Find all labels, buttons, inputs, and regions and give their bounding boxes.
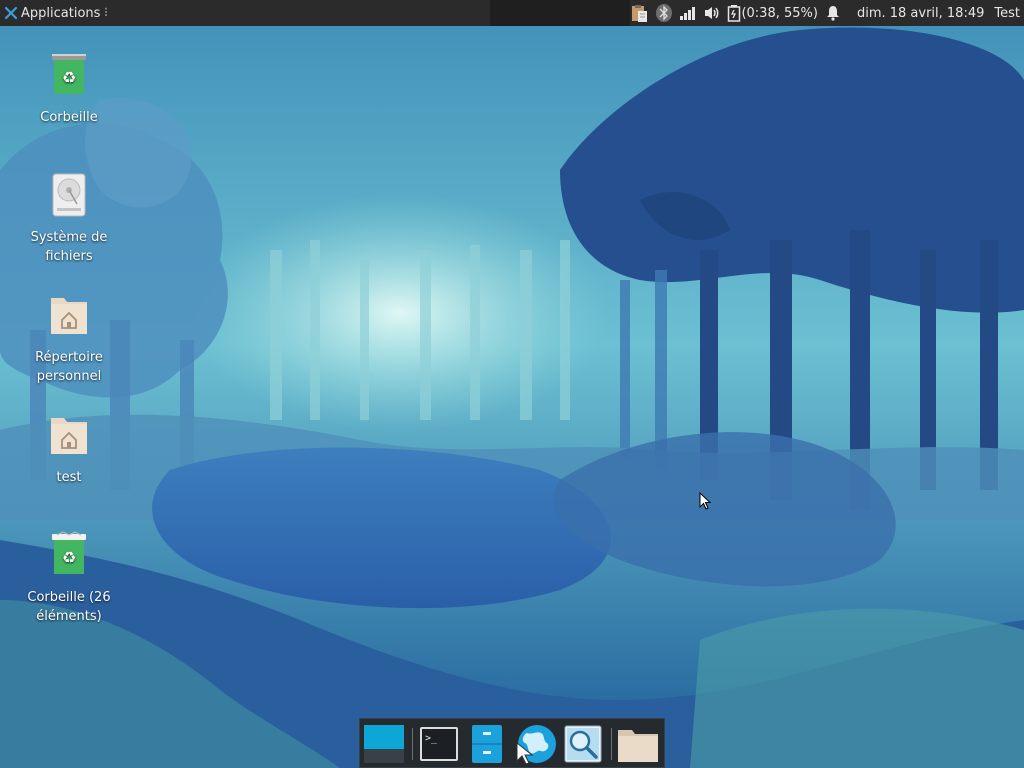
terminal-button[interactable]: >_ (417, 723, 461, 765)
clipboard-icon[interactable] (629, 0, 649, 26)
user-menu[interactable]: Test (994, 6, 1020, 21)
desktop-wallpaper (0, 0, 1024, 768)
volume-icon[interactable] (703, 0, 721, 26)
desktop-icon-label: Système de fichiers (30, 230, 108, 264)
battery-text: (0:38, 55%) (741, 5, 818, 21)
desktop-icon-trash[interactable]: ♻ Corbeille (21, 50, 117, 127)
folder-button[interactable] (616, 723, 660, 765)
folder-icon (618, 730, 658, 762)
top-panel: Applications ⠇ (0:38, 55%) dim. 18 avril… (0, 0, 1024, 26)
file-manager-icon (472, 725, 502, 763)
desktop-icon-trash-full[interactable]: ♻ Corbeille (26 éléments) (21, 530, 117, 626)
notification-bell-icon[interactable] (826, 0, 840, 26)
svg-text:♻: ♻ (62, 68, 76, 87)
terminal-icon: >_ (420, 727, 458, 761)
network-signal-icon[interactable] (679, 0, 697, 26)
desktop-icon-home[interactable]: Répertoire personnel (21, 290, 117, 386)
desktop-icon-label: Répertoire personnel (35, 350, 103, 384)
file-manager-button[interactable] (465, 723, 509, 765)
desktop-icon-label: Corbeille (40, 110, 98, 125)
desktop-icon-filesystem[interactable]: Système de fichiers (21, 170, 117, 266)
battery-indicator[interactable]: (0:38, 55%) (727, 0, 818, 26)
trash-full-icon: ♻ (52, 531, 86, 574)
system-tray: (0:38, 55%) dim. 18 avril, 18:49 Test (626, 0, 1024, 26)
show-desktop-button[interactable] (362, 723, 406, 765)
home-folder-icon (51, 418, 87, 454)
battery-icon (728, 5, 741, 22)
show-desktop-icon (364, 725, 404, 763)
app-finder-button[interactable] (561, 723, 605, 765)
dock-panel: >_ (359, 718, 665, 768)
home-folder-icon (51, 298, 87, 334)
dock-separator (412, 728, 413, 760)
applications-menu-button[interactable]: Applications ⠇ (0, 0, 118, 26)
harddisk-icon (52, 173, 86, 217)
clock[interactable]: dim. 18 avril, 18:49 (857, 6, 984, 21)
trash-icon: ♻ (52, 54, 86, 94)
app-finder-icon (564, 725, 602, 763)
desktop-icon-test[interactable]: test (21, 410, 117, 487)
svg-text:♻: ♻ (62, 548, 76, 567)
web-browser-button[interactable] (513, 723, 557, 765)
panel-handle-icon[interactable]: ⠇ (103, 6, 112, 20)
dock-separator (611, 728, 612, 760)
panel-tasklist-area (490, 0, 630, 26)
svg-text:>_: >_ (425, 733, 438, 744)
applications-label: Applications (21, 5, 101, 21)
desktop-icon-label: test (56, 470, 82, 485)
web-browser-icon (516, 725, 556, 765)
bluetooth-icon[interactable] (655, 0, 673, 26)
xfce-logo-icon (4, 6, 18, 20)
mouse-pointer-icon (699, 492, 712, 510)
desktop-icon-label: Corbeille (26 éléments) (27, 590, 111, 624)
